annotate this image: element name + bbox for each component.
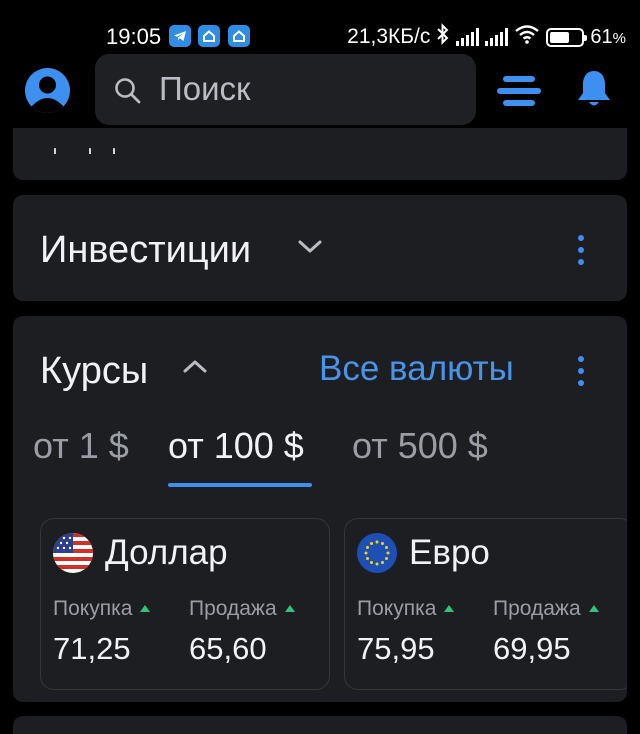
active-tab-indicator <box>168 483 312 487</box>
screen: 19:05 21,3КБ/с 61% Поиск ˌ ˌ ˌ Инвестици… <box>0 0 640 734</box>
tab-from-1[interactable]: от 1 $ <box>33 425 129 467</box>
currency-card-usd[interactable]: Доллар Покупка Продажа 71,25 65,60 <box>40 518 330 690</box>
search-icon <box>113 76 143 111</box>
us-flag-icon <box>53 533 93 573</box>
scrolled-out-title-fragment: ˌ ˌ ˌ <box>49 128 121 155</box>
menu-icon[interactable] <box>497 76 541 106</box>
sell-value: 69,95 <box>493 631 571 666</box>
chevron-down-icon[interactable] <box>297 239 323 260</box>
battery-level <box>550 31 569 43</box>
rates-card: Курсы Все валюты от 1 $ от 100 $ от 500 … <box>13 316 627 702</box>
signal-icon <box>456 28 480 46</box>
home-app-icon <box>198 25 220 47</box>
buy-label: Покупка <box>53 597 151 621</box>
wifi-icon <box>514 24 540 50</box>
next-card <box>13 716 627 734</box>
chevron-up-icon[interactable] <box>182 358 208 379</box>
status-time: 19:05 <box>106 24 162 49</box>
signal-icon <box>485 28 509 46</box>
trend-up-icon <box>140 605 151 612</box>
currency-name: Доллар <box>105 533 228 572</box>
buy-value: 75,95 <box>357 631 435 666</box>
status-bar: 19:05 21,3КБ/с 61% <box>0 0 640 52</box>
investments-card[interactable]: Инвестиции <box>13 195 627 301</box>
sell-label: Продажа <box>493 597 599 621</box>
status-indicators: 21,3КБ/с 61% <box>347 23 626 51</box>
battery-percent: 61% <box>590 25 626 48</box>
currency-name: Евро <box>409 533 490 572</box>
currency-card-eur[interactable]: Евро Покупка Продажа 75,95 69,95 <box>344 518 627 690</box>
investments-title: Инвестиции <box>40 229 252 271</box>
profile-avatar-icon[interactable] <box>25 68 70 113</box>
sell-value: 65,60 <box>189 631 267 666</box>
search-bar[interactable] <box>95 54 476 125</box>
more-options-icon[interactable] <box>577 235 585 265</box>
rates-title: Курсы <box>40 350 149 392</box>
trend-up-icon <box>284 605 295 612</box>
trend-up-icon <box>588 605 599 612</box>
eu-flag-icon <box>357 533 397 573</box>
bell-icon[interactable] <box>575 68 613 115</box>
trend-up-icon <box>444 605 455 612</box>
more-options-icon[interactable] <box>577 356 585 386</box>
sell-label: Продажа <box>189 597 295 621</box>
network-speed: 21,3КБ/с <box>347 25 431 48</box>
tab-from-500[interactable]: от 500 $ <box>352 425 488 467</box>
telegram-icon <box>169 25 191 47</box>
app-header <box>0 52 640 128</box>
previous-card: ˌ ˌ ˌ <box>13 128 627 180</box>
bluetooth-icon <box>436 23 450 51</box>
home-app-icon <box>228 25 250 47</box>
search-input[interactable] <box>159 64 459 114</box>
buy-label: Покупка <box>357 597 455 621</box>
all-currencies-link[interactable]: Все валюты <box>319 349 514 389</box>
tab-from-100[interactable]: от 100 $ <box>168 425 304 467</box>
battery-icon <box>546 27 588 47</box>
buy-value: 71,25 <box>53 631 131 666</box>
